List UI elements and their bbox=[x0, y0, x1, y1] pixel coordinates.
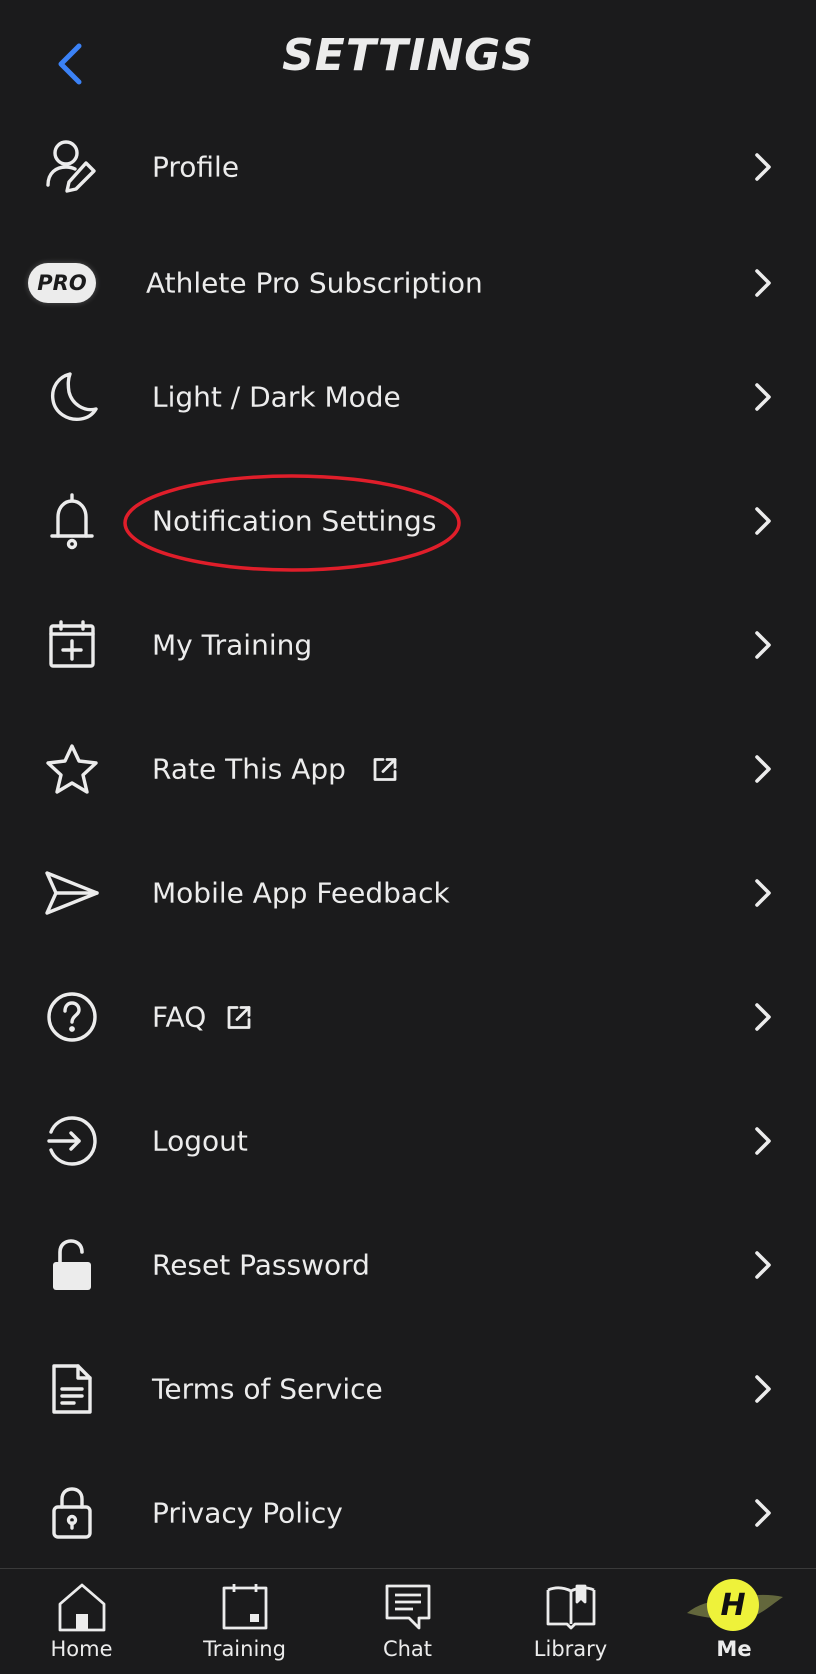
page-title: SETTINGS bbox=[282, 30, 534, 81]
menu-item-logout[interactable]: Logout bbox=[0, 1086, 816, 1196]
chevron-right-icon bbox=[748, 150, 778, 184]
calendar-plus-icon bbox=[40, 613, 104, 677]
send-icon bbox=[40, 861, 104, 925]
chevron-right-icon bbox=[748, 1372, 778, 1406]
tab-label: Me bbox=[716, 1637, 752, 1661]
tab-label: Home bbox=[50, 1637, 113, 1661]
chevron-right-icon bbox=[748, 876, 778, 910]
tab-home[interactable]: Home bbox=[0, 1569, 163, 1674]
menu-label: Profile bbox=[152, 150, 240, 184]
menu-label: Privacy Policy bbox=[152, 1496, 343, 1530]
help-circle-icon bbox=[40, 985, 104, 1049]
chevron-right-icon bbox=[748, 1124, 778, 1158]
tab-me[interactable]: H Me bbox=[652, 1569, 816, 1674]
bell-icon bbox=[40, 489, 104, 553]
menu-item-light-dark-mode[interactable]: Light / Dark Mode bbox=[0, 342, 816, 452]
pro-badge: PRO bbox=[26, 251, 98, 315]
chevron-right-icon bbox=[748, 1000, 778, 1034]
tab-training[interactable]: Training bbox=[163, 1569, 326, 1674]
logout-icon bbox=[40, 1109, 104, 1173]
moon-icon bbox=[40, 365, 104, 429]
menu-item-rate-this-app[interactable]: Rate This App bbox=[0, 714, 816, 824]
header: SETTINGS bbox=[0, 0, 816, 120]
menu-item-profile[interactable]: Profile bbox=[0, 112, 816, 222]
menu-item-my-training[interactable]: My Training bbox=[0, 590, 816, 700]
menu-label: Rate This App bbox=[152, 753, 398, 786]
menu-item-faq[interactable]: FAQ bbox=[0, 962, 816, 1072]
chevron-right-icon bbox=[748, 380, 778, 414]
menu-label: My Training bbox=[152, 628, 313, 662]
menu-item-pro-subscription[interactable]: PRO Athlete Pro Subscription bbox=[0, 228, 816, 338]
menu-item-terms-of-service[interactable]: Terms of Service bbox=[0, 1334, 816, 1444]
tab-library[interactable]: Library bbox=[489, 1569, 652, 1674]
chevron-right-icon bbox=[748, 1496, 778, 1530]
avatar-logo-letter: H bbox=[720, 1588, 745, 1623]
menu-label: Mobile App Feedback bbox=[152, 876, 450, 910]
tab-label: Training bbox=[203, 1637, 286, 1661]
external-link-icon bbox=[372, 756, 398, 782]
chevron-right-icon bbox=[748, 628, 778, 662]
chat-icon bbox=[380, 1581, 436, 1633]
chevron-right-icon bbox=[748, 504, 778, 538]
menu-label: Terms of Service bbox=[152, 1372, 383, 1406]
menu-label: Athlete Pro Subscription bbox=[146, 266, 483, 300]
bottom-tab-bar: Home Training Chat Library H Me bbox=[0, 1568, 816, 1674]
menu-label: Reset Password bbox=[152, 1248, 370, 1282]
menu-item-privacy-policy[interactable]: Privacy Policy bbox=[0, 1458, 816, 1568]
home-icon bbox=[54, 1581, 110, 1633]
tab-chat[interactable]: Chat bbox=[326, 1569, 489, 1674]
menu-label: Light / Dark Mode bbox=[152, 380, 401, 414]
menu-label: Notification Settings bbox=[152, 504, 437, 538]
avatar: H bbox=[679, 1575, 789, 1635]
menu-label: FAQ bbox=[152, 1001, 252, 1034]
user-edit-icon bbox=[40, 135, 104, 199]
tab-label: Chat bbox=[382, 1637, 433, 1661]
unlock-icon bbox=[40, 1233, 104, 1297]
star-icon bbox=[40, 737, 104, 801]
document-icon bbox=[40, 1357, 104, 1421]
menu-item-notification-settings[interactable]: Notification Settings bbox=[0, 466, 816, 576]
menu-item-mobile-app-feedback[interactable]: Mobile App Feedback bbox=[0, 838, 816, 948]
book-icon bbox=[543, 1581, 599, 1633]
tab-label: Library bbox=[533, 1637, 608, 1661]
menu-item-reset-password[interactable]: Reset Password bbox=[0, 1210, 816, 1320]
external-link-icon bbox=[226, 1004, 252, 1030]
chevron-right-icon bbox=[748, 752, 778, 786]
chevron-right-icon bbox=[748, 266, 778, 300]
chevron-right-icon bbox=[748, 1248, 778, 1282]
menu-label: Logout bbox=[152, 1124, 248, 1158]
lock-icon bbox=[40, 1481, 104, 1545]
calendar-icon bbox=[217, 1581, 273, 1633]
